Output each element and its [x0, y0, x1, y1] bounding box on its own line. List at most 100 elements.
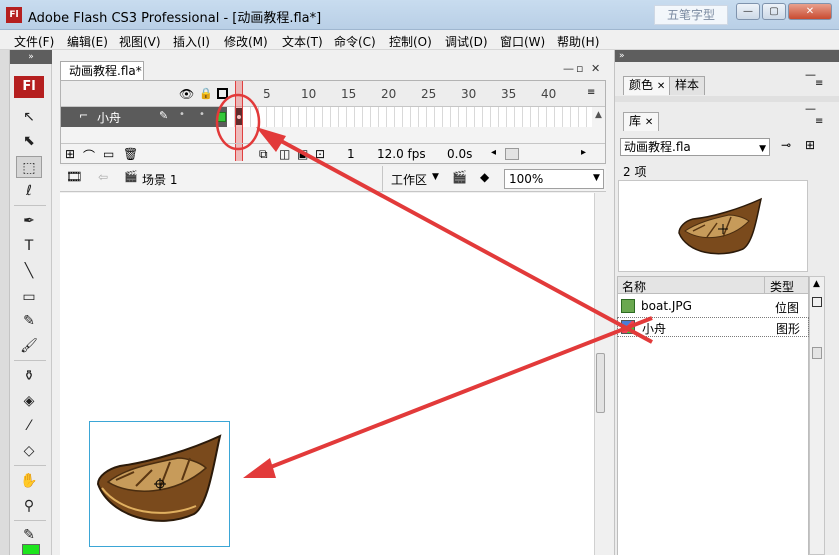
menu-modify[interactable]: 修改(M) — [224, 33, 268, 50]
close-icon[interactable]: ✕ — [657, 81, 665, 92]
rectangle-tool-icon[interactable]: ▭ — [16, 286, 42, 308]
workspace-dropdown[interactable]: 工作区 — [391, 171, 427, 188]
library-item[interactable]: 小舟 图形 — [617, 317, 809, 337]
center-frame-icon[interactable]: ⧉ — [259, 147, 268, 162]
onion-outline-icon[interactable]: ▣ — [297, 147, 308, 161]
outline-icon[interactable] — [217, 88, 228, 99]
add-guide-icon[interactable]: ⌒ — [83, 147, 95, 164]
menu-window[interactable]: 窗口(W) — [500, 33, 545, 50]
edit-symbol-icon[interactable]: ◆ — [480, 170, 489, 184]
hand-tool-icon[interactable]: ✋ — [16, 470, 42, 492]
visibility-dot-icon[interactable]: • — [179, 109, 185, 120]
scroll-left-icon[interactable]: ◂ — [491, 147, 496, 158]
lock-icon[interactable]: 🔒 — [199, 87, 213, 100]
horizontal-scroll-thumb[interactable] — [505, 148, 519, 160]
close-doc-icon[interactable]: ✕ — [591, 62, 600, 75]
selection-tool-icon[interactable]: ↖ — [16, 106, 42, 128]
column-name[interactable]: 名称 — [622, 278, 646, 295]
stage-scroll-thumb[interactable] — [596, 353, 605, 413]
paint-bucket-tool-icon[interactable]: ◈ — [16, 390, 42, 412]
library-scroll-thumb[interactable] — [812, 347, 822, 359]
frame-number: 40 — [541, 87, 557, 101]
back-arrow-icon[interactable]: ⇦ — [98, 170, 108, 184]
ink-bottle-tool-icon[interactable]: ⚱ — [16, 365, 42, 387]
column-type[interactable]: 类型 — [770, 278, 794, 295]
menu-help[interactable]: 帮助(H) — [557, 33, 599, 50]
menu-control[interactable]: 控制(O) — [389, 33, 432, 50]
chevron-down-icon[interactable]: ▼ — [593, 173, 600, 183]
timeline-toggle-icon[interactable]: 🎞 — [66, 170, 83, 185]
tab-color-label: 颜色 — [629, 78, 654, 92]
close-button[interactable]: ✕ — [788, 3, 832, 20]
pin-icon[interactable]: ⊸ — [781, 138, 791, 152]
tool-divider — [14, 520, 46, 521]
line-tool-icon[interactable]: ╲ — [16, 260, 42, 282]
frame-number: 30 — [461, 87, 477, 101]
zoom-select[interactable]: 100% ▼ — [504, 169, 604, 189]
scroll-up-icon[interactable]: ▲ — [595, 110, 602, 120]
menu-insert[interactable]: 插入(I) — [173, 33, 210, 50]
layer-color-swatch[interactable] — [217, 112, 226, 122]
pen-tool-icon[interactable]: ✒ — [16, 210, 42, 232]
fill-color-swatch[interactable] — [22, 544, 40, 555]
zoom-tool-icon[interactable]: ⚲ — [16, 495, 42, 517]
minimize-doc-icon[interactable]: — — [563, 62, 574, 75]
scroll-box-icon[interactable] — [812, 297, 822, 307]
subselection-tool-icon[interactable]: ⬉ — [16, 130, 42, 152]
layer-name[interactable]: 小舟 — [97, 109, 121, 126]
layer-row[interactable]: ⌐ 小舟 ✎ • • ▲ — [61, 107, 605, 127]
edit-multiple-icon[interactable]: ⊡ — [315, 147, 325, 161]
lasso-tool-icon[interactable]: ℓ — [16, 180, 42, 202]
eraser-tool-icon[interactable]: ◇ — [16, 440, 42, 462]
close-icon[interactable]: ✕ — [645, 117, 653, 128]
frames-area[interactable] — [227, 107, 592, 127]
brush-tool-icon[interactable]: 🖌 — [16, 335, 42, 357]
restore-doc-icon[interactable]: ▫ — [576, 62, 583, 75]
bitmap-icon — [621, 299, 635, 313]
sort-arrow-icon[interactable]: ▲ — [813, 279, 820, 289]
library-scrollbar[interactable]: ▲ — [809, 276, 825, 555]
menu-view[interactable]: 视图(V) — [119, 33, 161, 50]
text-tool-icon[interactable]: T — [16, 235, 42, 257]
new-library-panel-icon[interactable]: ⊞ — [805, 138, 815, 152]
timeline-header: 👁 🔒 5 10 15 20 25 30 35 40 ≡ — [61, 81, 605, 107]
menu-text[interactable]: 文本(T) — [282, 33, 323, 50]
stage-vertical-scrollbar[interactable] — [594, 193, 606, 555]
menu-edit[interactable]: 编辑(E) — [67, 33, 108, 50]
chevron-down-icon[interactable]: ▼ — [759, 141, 766, 157]
panel-menu-icon[interactable]: ≡ — [815, 78, 823, 89]
delete-layer-icon[interactable]: 🗑 — [123, 147, 138, 161]
library-document-select[interactable]: 动画教程.fla ▼ — [620, 138, 770, 156]
free-transform-tool-icon[interactable]: ⬚ — [16, 156, 42, 178]
library-item[interactable]: boat.JPG 位图 — [617, 297, 809, 317]
lock-dot-icon[interactable]: • — [199, 109, 205, 120]
collapse-arrows-icon[interactable]: » — [10, 50, 52, 64]
tab-swatches[interactable]: 样本 — [669, 76, 706, 95]
pencil-tool-icon[interactable]: ✎ — [16, 310, 42, 332]
scene-name[interactable]: 场景 1 — [142, 171, 177, 188]
document-tab[interactable]: 动画教程.fla* — [60, 61, 144, 81]
scroll-right-icon[interactable]: ▸ — [581, 147, 586, 158]
maximize-button[interactable]: ▢ — [762, 3, 786, 20]
tool-divider — [14, 205, 46, 206]
minimize-button[interactable]: — — [736, 3, 760, 20]
tab-color[interactable]: 颜色 ✕ — [623, 76, 672, 95]
edit-scene-icon[interactable]: 🎬 — [452, 170, 467, 184]
add-layer-icon[interactable]: ⊞ — [65, 147, 75, 161]
tab-library[interactable]: 库 ✕ — [623, 112, 660, 131]
eyedropper-tool-icon[interactable]: ⁄ — [16, 415, 42, 437]
layer-name-area[interactable]: ⌐ 小舟 ✎ • • — [61, 107, 227, 127]
add-folder-icon[interactable]: ▭ — [103, 147, 114, 161]
chevron-down-icon[interactable]: ▼ — [432, 172, 439, 182]
panel-menu-icon[interactable]: ≡ — [815, 116, 823, 127]
eye-icon[interactable]: 👁 — [179, 87, 194, 101]
menu-commands[interactable]: 命令(C) — [334, 33, 376, 50]
onion-skin-icon[interactable]: ◫ — [279, 147, 290, 161]
stroke-color-tool-icon[interactable]: ✎ — [16, 524, 42, 546]
boat-instance-on-stage[interactable] — [89, 421, 230, 547]
timeline-menu-icon[interactable]: ≡ — [587, 87, 595, 98]
menu-file[interactable]: 文件(F) — [14, 33, 54, 50]
menu-debug[interactable]: 调试(D) — [445, 33, 488, 50]
panel-collapse-icon[interactable]: » — [615, 50, 839, 62]
minimize-panel-icon[interactable]: — — [805, 102, 816, 115]
